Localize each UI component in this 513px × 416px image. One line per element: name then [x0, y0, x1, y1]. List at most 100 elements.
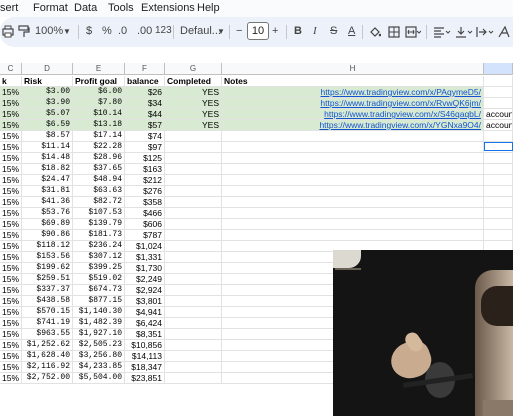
cell-risk[interactable]: $3.00: [22, 87, 73, 98]
cell-profit-goal[interactable]: $181.73: [73, 230, 125, 241]
cell-percent[interactable]: 15%: [0, 230, 22, 241]
cell-percent[interactable]: 15%: [0, 186, 22, 197]
cell-profit-goal[interactable]: $877.15: [73, 296, 125, 307]
cell-profit-goal[interactable]: $7.80: [73, 98, 125, 109]
cell-risk[interactable]: $1,252.62: [22, 340, 73, 351]
vertical-align-icon[interactable]: [455, 26, 473, 38]
cell-risk[interactable]: $118.12: [22, 241, 73, 252]
cell-extra[interactable]: [484, 87, 513, 98]
percent-format-button[interactable]: %: [102, 25, 112, 37]
cell-completed[interactable]: [165, 219, 222, 230]
header-cell-empty[interactable]: [484, 76, 513, 87]
cell-percent[interactable]: 15%: [0, 296, 22, 307]
cell-percent[interactable]: 15%: [0, 373, 22, 384]
cell-completed[interactable]: [165, 230, 222, 241]
cell-profit-goal[interactable]: $37.65: [73, 164, 125, 175]
cell-profit-goal[interactable]: $63.63: [73, 186, 125, 197]
cell-percent[interactable]: 15%: [0, 219, 22, 230]
cell-notes[interactable]: https://www.tradingview.com/x/PAqymeD5/: [222, 87, 484, 98]
cell-balance[interactable]: $18,347: [125, 362, 165, 373]
formula-bar[interactable]: [0, 47, 513, 64]
cell-risk[interactable]: $199.62: [22, 263, 73, 274]
cell-profit-goal[interactable]: $674.73: [73, 285, 125, 296]
cell-balance[interactable]: $23,851: [125, 373, 165, 384]
cell-risk[interactable]: $69.89: [22, 219, 73, 230]
cell-extra[interactable]: [484, 164, 513, 175]
column-header-d[interactable]: D: [22, 63, 73, 75]
column-header-g[interactable]: G: [165, 63, 222, 75]
menu-help[interactable]: Help: [197, 2, 220, 14]
cell-notes[interactable]: https://www.tradingview.com/x/YGNxa9O4/: [222, 120, 484, 131]
column-header-h[interactable]: H: [222, 63, 484, 75]
cell-risk[interactable]: $259.51: [22, 274, 73, 285]
cell-balance[interactable]: $163: [125, 164, 165, 175]
cell-risk[interactable]: $570.15: [22, 307, 73, 318]
cell-percent[interactable]: 15%: [0, 197, 22, 208]
cell-risk[interactable]: $90.86: [22, 230, 73, 241]
cell-balance[interactable]: $34: [125, 98, 165, 109]
font-size-increase-button[interactable]: +: [272, 25, 278, 37]
cell-extra[interactable]: [484, 197, 513, 208]
strikethrough-button[interactable]: S: [330, 25, 337, 37]
cell-balance[interactable]: $1,024: [125, 241, 165, 252]
fill-color-icon[interactable]: [369, 26, 381, 38]
cell-profit-goal[interactable]: $6.00: [73, 87, 125, 98]
cell-notes[interactable]: [222, 230, 484, 241]
cell-percent[interactable]: 15%: [0, 142, 22, 153]
cell-completed[interactable]: [165, 285, 222, 296]
cell-risk[interactable]: $8.57: [22, 131, 73, 142]
cell-profit-goal[interactable]: $48.94: [73, 175, 125, 186]
cell-balance[interactable]: $4,941: [125, 307, 165, 318]
cell-completed[interactable]: [165, 252, 222, 263]
cell-profit-goal[interactable]: $1,482.39: [73, 318, 125, 329]
cell-risk[interactable]: $31.81: [22, 186, 73, 197]
cell-profit-goal[interactable]: $5,504.00: [73, 373, 125, 384]
cell-completed[interactable]: [165, 175, 222, 186]
cell-completed[interactable]: [165, 241, 222, 252]
cell-risk[interactable]: $18.82: [22, 164, 73, 175]
cell-extra[interactable]: [484, 208, 513, 219]
selected-cell[interactable]: [484, 142, 513, 151]
cell-extra[interactable]: account: [484, 120, 513, 131]
cell-risk[interactable]: $5.07: [22, 109, 73, 120]
cell-percent[interactable]: 15%: [0, 98, 22, 109]
cell-percent[interactable]: 15%: [0, 351, 22, 362]
cell-completed[interactable]: [165, 131, 222, 142]
cell-completed[interactable]: [165, 153, 222, 164]
cell-percent[interactable]: 15%: [0, 87, 22, 98]
cell-profit-goal[interactable]: $236.24: [73, 241, 125, 252]
cell-profit-goal[interactable]: $10.14: [73, 109, 125, 120]
cell-percent[interactable]: 15%: [0, 241, 22, 252]
cell-balance[interactable]: $6,424: [125, 318, 165, 329]
cell-balance[interactable]: $466: [125, 208, 165, 219]
cell-profit-goal[interactable]: $17.14: [73, 131, 125, 142]
cell-risk[interactable]: $438.58: [22, 296, 73, 307]
cell-percent[interactable]: 15%: [0, 208, 22, 219]
cell-completed[interactable]: [165, 142, 222, 153]
cell-profit-goal[interactable]: $519.02: [73, 274, 125, 285]
cell-notes[interactable]: [222, 131, 484, 142]
header-cell-completed[interactable]: Completed: [165, 76, 222, 87]
header-cell-risk[interactable]: Risk: [22, 76, 73, 87]
cell-percent[interactable]: 15%: [0, 329, 22, 340]
cell-balance[interactable]: $125: [125, 153, 165, 164]
column-header-c[interactable]: C: [0, 63, 22, 75]
cell-risk[interactable]: $337.37: [22, 285, 73, 296]
cell-notes[interactable]: [222, 164, 484, 175]
cell-notes[interactable]: [222, 219, 484, 230]
cell-profit-goal[interactable]: $107.53: [73, 208, 125, 219]
font-select[interactable]: Defaul...: [180, 25, 221, 37]
cell-balance[interactable]: $787: [125, 230, 165, 241]
cell-balance[interactable]: $44: [125, 109, 165, 120]
cell-completed[interactable]: YES: [165, 87, 222, 98]
column-header-i[interactable]: [484, 63, 513, 75]
cell-completed[interactable]: [165, 263, 222, 274]
cell-profit-goal[interactable]: $13.18: [73, 120, 125, 131]
bold-button[interactable]: B: [294, 25, 302, 37]
cell-risk[interactable]: $153.56: [22, 252, 73, 263]
header-cell-balance[interactable]: balance: [125, 76, 165, 87]
cell-percent[interactable]: 15%: [0, 120, 22, 131]
cell-extra[interactable]: [484, 186, 513, 197]
cell-risk[interactable]: $2,116.92: [22, 362, 73, 373]
text-wrap-icon[interactable]: [476, 26, 494, 38]
